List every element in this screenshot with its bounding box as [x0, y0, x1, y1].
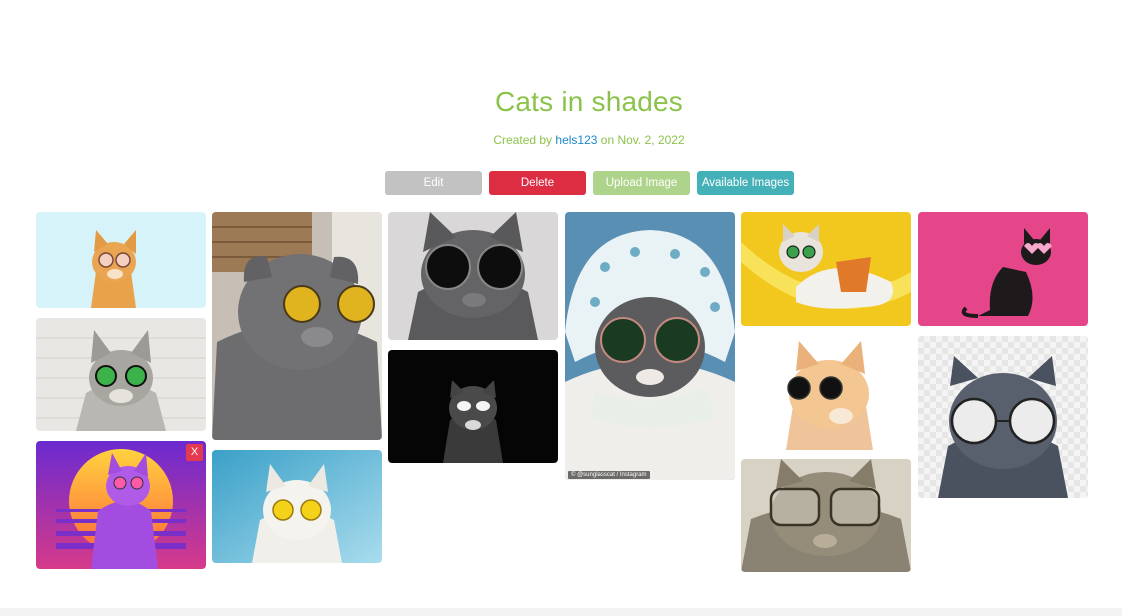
cat-grey-green-glasses-photo [36, 318, 206, 431]
available-images-button[interactable]: Available Images [697, 171, 794, 195]
delete-button[interactable]: Delete [489, 171, 586, 195]
gallery-image[interactable] [36, 318, 206, 431]
gallery-image[interactable] [741, 212, 911, 326]
upload-image-button[interactable]: Upload Image [593, 171, 690, 195]
gallery-image[interactable] [388, 350, 558, 463]
gallery-image[interactable] [212, 212, 382, 440]
cat-orange-round-glasses-photo [36, 212, 206, 308]
cat-ginger-black-glasses-photo [741, 336, 911, 450]
gallery-image[interactable] [918, 336, 1088, 498]
author-link[interactable]: hels123 [555, 133, 597, 147]
gallery-image[interactable] [741, 459, 911, 572]
cat-grey-black-round-glasses-photo [388, 212, 558, 340]
gallery-image[interactable] [918, 212, 1088, 326]
cat-purple-retro-sunset-photo [36, 441, 206, 569]
gallery-image[interactable]: X [36, 441, 206, 569]
gallery-image[interactable] [388, 212, 558, 340]
gallery-image[interactable] [36, 212, 206, 308]
edit-button[interactable]: Edit [385, 171, 482, 195]
cat-sketch-round-glasses-photo [918, 336, 1088, 498]
cat-hammock-photo [741, 212, 911, 326]
cat-white-yellow-glasses-photo [212, 450, 382, 563]
gallery-image[interactable]: © @sunglasscat / Instagram [565, 212, 735, 480]
created-date: on Nov. 2, 2022 [597, 133, 685, 147]
remove-image-button[interactable]: X [186, 444, 203, 461]
cat-tabby-big-glasses-photo [741, 459, 911, 572]
page-title: Cats in shades [494, 86, 683, 117]
cat-headscarf-glasses-photo [565, 212, 735, 480]
gallery-image[interactable] [212, 450, 382, 563]
page-bottom-edge [0, 608, 1122, 616]
cat-grey-fold-gold-glasses-photo [212, 212, 382, 440]
cat-dark-background-photo [388, 350, 558, 463]
cat-black-heart-glasses-photo [918, 212, 1088, 326]
gallery-image[interactable] [741, 336, 911, 450]
image-watermark: © @sunglasscat / Instagram [568, 471, 650, 479]
created-prefix: Created by [493, 133, 556, 147]
created-by-line: Created by hels123 on Nov. 2, 2022 [0, 133, 1122, 147]
